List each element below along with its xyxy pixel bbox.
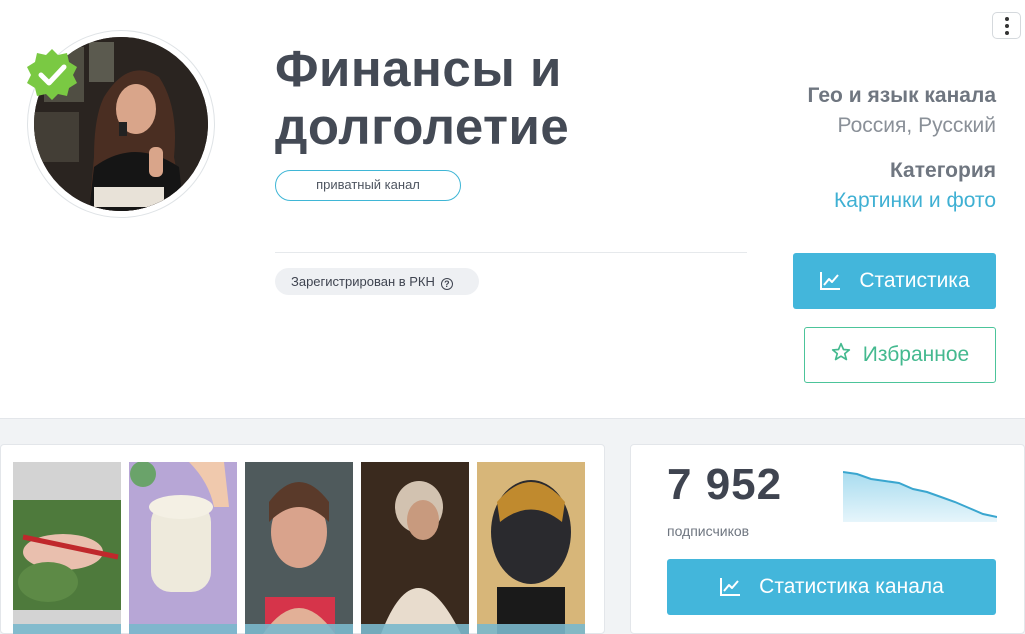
kebab-dot: [1004, 30, 1009, 35]
thumb-caption: [245, 624, 353, 634]
line-chart-icon: [719, 577, 741, 597]
post-thumbnail[interactable]: [477, 462, 585, 634]
star-icon: [831, 342, 851, 368]
rkn-badge-label: Зарегистрирован в РКН: [291, 274, 435, 289]
thumb-caption: [129, 624, 237, 634]
page-title: Финансы и долголетие: [275, 40, 635, 156]
statistics-button-label: Статистика: [859, 269, 970, 292]
info-icon[interactable]: ?: [440, 278, 453, 290]
kebab-menu-button[interactable]: [992, 12, 1021, 39]
statistics-button[interactable]: Статистика: [793, 253, 996, 309]
favorites-button[interactable]: Избранное: [804, 327, 996, 383]
category-link[interactable]: Картинки и фото: [834, 189, 996, 213]
divider: [275, 252, 747, 253]
subscribers-sparkline: [843, 471, 997, 522]
thumb-caption: [361, 624, 469, 634]
post-thumbnail[interactable]: [361, 462, 469, 634]
verified-badge-icon: [26, 48, 78, 100]
title-line-1: Финансы и: [275, 40, 562, 97]
thumb-caption: [477, 624, 585, 634]
private-channel-badge: приватный канал: [275, 170, 461, 201]
geo-value: Россия, Русский: [837, 114, 996, 137]
kebab-dot: [1004, 23, 1009, 28]
channel-statistics-button[interactable]: Статистика канала: [667, 559, 996, 615]
subscribers-label: подписчиков: [667, 523, 750, 539]
category-label: Категория: [889, 159, 996, 182]
sparkline-area: [843, 472, 997, 522]
post-thumbnail[interactable]: [245, 462, 353, 634]
line-chart-icon: [819, 271, 841, 291]
title-line-2: долголетие: [275, 98, 570, 155]
favorites-button-label: Избранное: [862, 343, 970, 366]
thumb-caption: [13, 624, 121, 634]
kebab-dot: [1004, 16, 1009, 21]
channel-statistics-button-label: Статистика канала: [759, 575, 944, 598]
post-thumbnail[interactable]: [129, 462, 237, 634]
subscribers-count: 7 952: [667, 460, 783, 509]
rkn-badge[interactable]: Зарегистрирован в РКН?: [275, 268, 479, 295]
post-thumbnail[interactable]: [13, 462, 121, 634]
geo-label: Гео и язык канала: [807, 84, 996, 107]
